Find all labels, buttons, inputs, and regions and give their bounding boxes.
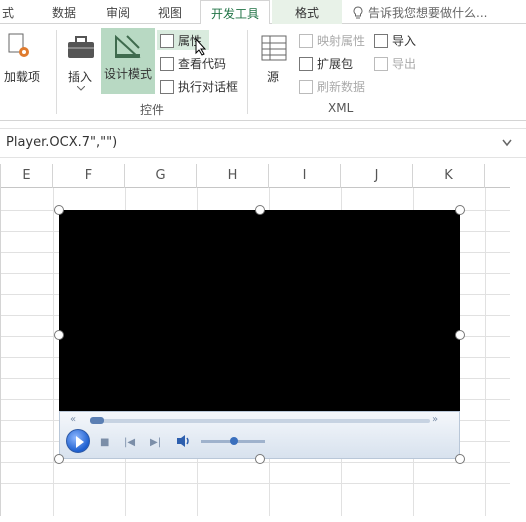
grid-line [53, 188, 54, 516]
mouse-cursor-icon [195, 38, 207, 56]
resize-handle[interactable] [54, 454, 64, 464]
addins-button[interactable]: 加载项 [4, 68, 40, 85]
formula-bar[interactable]: Player.OCX.7","") [0, 128, 526, 158]
grid-line [485, 188, 486, 516]
view-code-icon [160, 56, 174, 71]
column-header-e[interactable]: E [1, 164, 53, 188]
tab-review[interactable]: 审阅 [106, 4, 130, 21]
tab-data[interactable]: 数据 [52, 4, 76, 21]
previous-icon[interactable]: |◀ [124, 437, 135, 448]
import-icon [374, 33, 388, 48]
tab-format[interactable]: 格式 [272, 0, 342, 24]
insert-button[interactable]: 插入 [68, 68, 92, 85]
addins-icon [8, 33, 29, 57]
fast-forward-icon: » [432, 414, 439, 425]
map-properties-icon [299, 33, 313, 48]
map-properties-button: 映射属性 [299, 32, 365, 49]
import-button[interactable]: 导入 [374, 32, 416, 49]
resize-handle[interactable] [455, 454, 465, 464]
next-icon[interactable]: ▶| [150, 437, 161, 448]
view-code-label: 查看代码 [178, 57, 227, 71]
design-mode-button[interactable]: 设计模式 [101, 28, 155, 94]
column-header-f[interactable]: F [53, 164, 125, 188]
expansion-packs-icon [299, 56, 313, 71]
seek-thumb[interactable] [90, 417, 104, 424]
run-dialog-icon [160, 79, 174, 94]
volume-thumb[interactable] [230, 437, 238, 445]
export-button: 导出 [374, 55, 416, 72]
refresh-data-icon [299, 79, 313, 94]
resize-handle[interactable] [54, 205, 64, 215]
column-header-j[interactable]: J [341, 164, 413, 188]
column-headers: E F G H I J K [1, 164, 510, 188]
map-properties-label: 映射属性 [317, 34, 366, 48]
export-icon [374, 56, 388, 71]
tab-formulas[interactable]: 式 [2, 4, 14, 21]
ribbon-tab-bar: 式 数据 审阅 视图 开发工具 格式 告诉我您想要做什么... [0, 0, 526, 25]
tell-me-search[interactable]: 告诉我您想要做什么... [352, 4, 487, 21]
refresh-data-button: 刷新数据 [299, 78, 365, 95]
resize-handle[interactable] [455, 205, 465, 215]
column-header-h[interactable]: H [197, 164, 269, 188]
volume-icon[interactable] [176, 434, 192, 448]
resize-handle[interactable] [455, 330, 465, 340]
tell-me-text: 告诉我您想要做什么... [368, 6, 488, 20]
column-header-i[interactable]: I [269, 164, 341, 188]
rewind-icon: « [70, 414, 77, 425]
media-player-controls: » « ■ |◀ ▶| [59, 411, 460, 459]
import-label: 导入 [392, 34, 417, 48]
controls-group-label: 控件 [140, 103, 165, 117]
source-button[interactable]: 源 [267, 68, 279, 85]
chevron-down-icon[interactable] [502, 139, 512, 147]
tab-view[interactable]: 视图 [158, 4, 182, 21]
expansion-packs-label: 扩展包 [317, 57, 354, 71]
resize-handle[interactable] [255, 454, 265, 464]
view-code-button[interactable]: 查看代码 [160, 55, 226, 72]
play-button[interactable] [66, 429, 90, 453]
xml-source-icon [261, 35, 287, 61]
export-label: 导出 [392, 57, 417, 71]
design-ruler-icon [115, 34, 141, 58]
xml-group-label: XML [328, 101, 354, 115]
resize-handle[interactable] [54, 330, 64, 340]
resize-handle[interactable] [255, 205, 265, 215]
separator [247, 30, 248, 114]
toolbox-icon [68, 36, 94, 58]
refresh-data-label: 刷新数据 [317, 80, 366, 94]
grid-line [1, 483, 510, 484]
properties-icon [160, 33, 174, 48]
expansion-packs-button[interactable]: 扩展包 [299, 55, 353, 72]
chevron-down-icon [77, 86, 85, 91]
separator [56, 30, 57, 114]
column-header-k[interactable]: K [413, 164, 485, 188]
design-mode-label: 设计模式 [104, 67, 153, 81]
column-header-g[interactable]: G [125, 164, 197, 188]
run-dialog-label: 执行对话框 [178, 80, 239, 94]
tab-developer[interactable]: 开发工具 [200, 0, 271, 25]
stop-icon[interactable]: ■ [100, 437, 109, 448]
seek-bar[interactable] [90, 419, 430, 423]
ribbon: 加载项 插入 设计模式 属性 查看代码 执行对话框 控件 源 映射属性 扩展包 … [0, 24, 526, 121]
lightbulb-icon [353, 5, 363, 18]
formula-text[interactable]: Player.OCX.7","") [6, 135, 117, 150]
run-dialog-button[interactable]: 执行对话框 [160, 78, 238, 95]
